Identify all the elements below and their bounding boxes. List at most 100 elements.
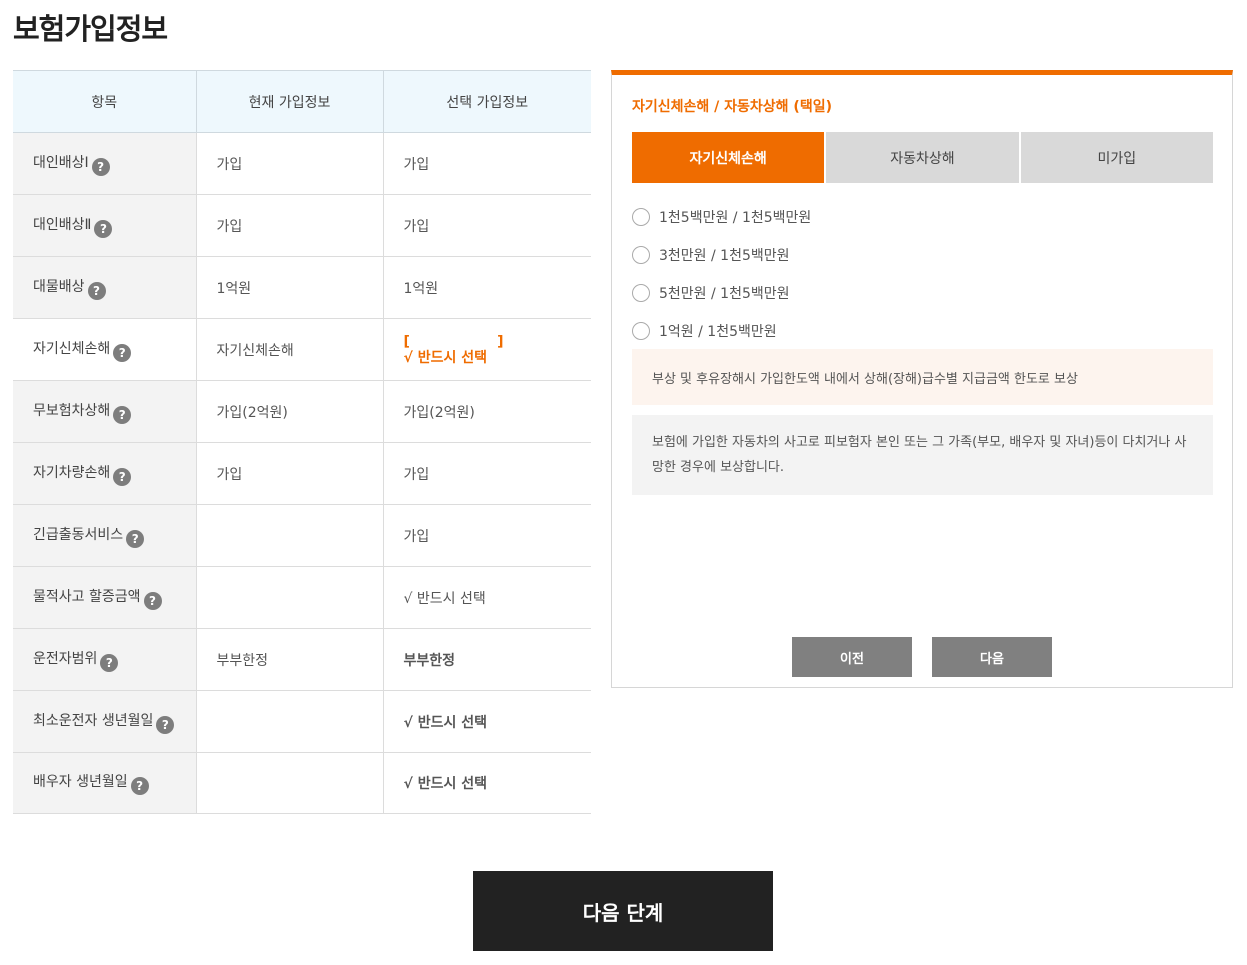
- row-label-cell: 대인배상Ⅰ?: [13, 132, 196, 195]
- help-icon[interactable]: ?: [143, 591, 162, 610]
- current-value: 자기신체손해: [195, 318, 383, 381]
- coverage-option[interactable]: 5천만원 / 1천5백만원: [632, 274, 811, 312]
- current-value: 1억원: [195, 256, 383, 319]
- required-selection[interactable]: [] √ 반드시 선택: [404, 334, 592, 366]
- coverage-option[interactable]: 1억원 / 1천5백만원: [632, 312, 811, 350]
- help-icon[interactable]: ?: [156, 715, 175, 734]
- tab-not-enrolled[interactable]: 미가입: [1020, 132, 1213, 183]
- selected-value[interactable]: √ 반드시 선택: [382, 690, 591, 753]
- row-label-cell: 무보험차상해?: [13, 380, 196, 443]
- current-value: 가입(2억원): [195, 380, 383, 443]
- option-label: 3천만원 / 1천5백만원: [659, 248, 790, 264]
- panel-title: 자기신체손해 / 자동차상해 (택일): [632, 99, 832, 115]
- coverage-note: 부상 및 후유장해시 가입한도액 내에서 상해(장해)급수별 지급금액 한도로 …: [632, 349, 1213, 405]
- current-value: [195, 752, 383, 814]
- current-value: [195, 504, 383, 567]
- coverage-option[interactable]: 1천5백만원 / 1천5백만원: [632, 198, 811, 236]
- row-label: 무보험차상해: [33, 402, 111, 419]
- radio-button[interactable]: [632, 284, 650, 302]
- row-label: 물적사고 할증금액: [33, 588, 141, 605]
- next-button[interactable]: 다음: [932, 637, 1052, 677]
- selected-value[interactable]: 가입: [382, 132, 591, 195]
- coverage-panel: 자기신체손해 / 자동차상해 (택일) 자기신체손해 자동차상해 미가입 1천5…: [611, 70, 1233, 688]
- selected-value[interactable]: 가입: [382, 504, 591, 567]
- radio-button[interactable]: [632, 322, 650, 340]
- table-row: 대물배상? 1억원 1억원: [13, 256, 591, 319]
- table-row: 배우자 생년월일? √ 반드시 선택: [13, 752, 591, 814]
- table-row: 대인배상Ⅱ? 가입 가입: [13, 194, 591, 257]
- current-value: 부부한정: [195, 628, 383, 691]
- coverage-tabs: 자기신체손해 자동차상해 미가입: [632, 132, 1213, 183]
- row-label: 대인배상Ⅱ: [33, 216, 92, 233]
- selected-value[interactable]: 가입: [382, 442, 591, 505]
- current-value: [195, 690, 383, 753]
- selected-value[interactable]: 가입(2억원): [382, 380, 591, 443]
- help-icon[interactable]: ?: [113, 467, 132, 486]
- table-row: 운전자범위? 부부한정 부부한정: [13, 628, 591, 691]
- selected-value[interactable]: √ 반드시 선택: [382, 566, 591, 629]
- header-selected: 선택 가입정보: [382, 70, 591, 133]
- row-label-cell: 운전자범위?: [13, 628, 196, 691]
- current-value: 가입: [195, 132, 383, 195]
- coverage-options: 1천5백만원 / 1천5백만원 3천만원 / 1천5백만원 5천만원 / 1천5…: [632, 198, 811, 350]
- tab-self-injury[interactable]: 자기신체손해: [632, 132, 825, 183]
- table-row: 대인배상Ⅰ? 가입 가입: [13, 132, 591, 195]
- bracket-close: ]: [497, 333, 504, 350]
- help-icon[interactable]: ?: [113, 343, 132, 362]
- selected-value[interactable]: [] √ 반드시 선택: [382, 318, 592, 381]
- current-value: 가입: [195, 194, 383, 257]
- table-row: 최소운전자 생년월일? √ 반드시 선택: [13, 690, 591, 753]
- insurance-info-table: 항목 현재 가입정보 선택 가입정보 대인배상Ⅰ? 가입 가입 대인배상Ⅱ? 가…: [13, 70, 591, 814]
- help-icon[interactable]: ?: [130, 777, 149, 795]
- row-label: 운전자범위: [33, 650, 98, 667]
- required-text: √ 반드시 선택: [403, 349, 488, 366]
- row-label: 긴급출동서비스: [33, 526, 124, 543]
- row-label: 대인배상Ⅰ: [33, 154, 89, 171]
- row-label: 대물배상: [33, 278, 85, 295]
- selected-value[interactable]: 가입: [382, 194, 591, 257]
- row-label: 최소운전자 생년월일: [33, 712, 154, 729]
- prev-button[interactable]: 이전: [792, 637, 912, 677]
- row-label-cell: 배우자 생년월일?: [13, 752, 196, 814]
- option-label: 1천5백만원 / 1천5백만원: [659, 210, 812, 226]
- row-label-cell: 자기신체손해?: [13, 318, 196, 381]
- help-icon[interactable]: ?: [91, 157, 110, 176]
- help-icon[interactable]: ?: [100, 653, 119, 672]
- row-label-cell: 긴급출동서비스?: [13, 504, 196, 567]
- table-row-active: 자기신체손해? 자기신체손해 [] √ 반드시 선택: [13, 318, 592, 381]
- tab-auto-injury[interactable]: 자동차상해: [826, 132, 1019, 183]
- row-label: 자기신체손해: [33, 340, 111, 357]
- row-label-cell: 대인배상Ⅱ?: [13, 194, 196, 257]
- selected-value[interactable]: 부부한정: [382, 628, 591, 691]
- selected-value[interactable]: 1억원: [382, 256, 591, 319]
- table-row: 긴급출동서비스? 가입: [13, 504, 591, 567]
- next-step-button[interactable]: 다음 단계: [473, 871, 773, 951]
- row-label-cell: 물적사고 할증금액?: [13, 566, 196, 629]
- table-row: 물적사고 할증금액? √ 반드시 선택: [13, 566, 591, 629]
- help-icon[interactable]: ?: [94, 219, 113, 238]
- selected-value[interactable]: √ 반드시 선택: [382, 752, 591, 814]
- row-label: 배우자 생년월일: [33, 774, 128, 790]
- help-icon[interactable]: ?: [113, 405, 132, 424]
- current-value: [195, 566, 383, 629]
- coverage-description: 보험에 가입한 자동차의 사고로 피보험자 본인 또는 그 가족(부모, 배우자…: [632, 415, 1213, 495]
- radio-button[interactable]: [632, 208, 650, 226]
- current-value: 가입: [195, 442, 383, 505]
- option-label: 5천만원 / 1천5백만원: [659, 286, 790, 302]
- row-label-cell: 최소운전자 생년월일?: [13, 690, 196, 753]
- row-label-cell: 자기차량손해?: [13, 442, 196, 505]
- row-label: 자기차량손해: [33, 464, 111, 481]
- header-current: 현재 가입정보: [195, 70, 383, 133]
- row-label-cell: 대물배상?: [13, 256, 196, 319]
- header-item: 항목: [13, 70, 196, 133]
- coverage-option[interactable]: 3천만원 / 1천5백만원: [632, 236, 811, 274]
- help-icon[interactable]: ?: [126, 529, 145, 548]
- page-title: 보험가입정보: [13, 12, 168, 46]
- option-label: 1억원 / 1천5백만원: [659, 324, 777, 340]
- table-header-row: 항목 현재 가입정보 선택 가입정보: [13, 70, 591, 133]
- table-row: 무보험차상해? 가입(2억원) 가입(2억원): [13, 380, 591, 443]
- help-icon[interactable]: ?: [87, 281, 106, 300]
- table-row: 자기차량손해? 가입 가입: [13, 442, 591, 505]
- bracket-open: [: [403, 333, 410, 350]
- radio-button[interactable]: [632, 246, 650, 264]
